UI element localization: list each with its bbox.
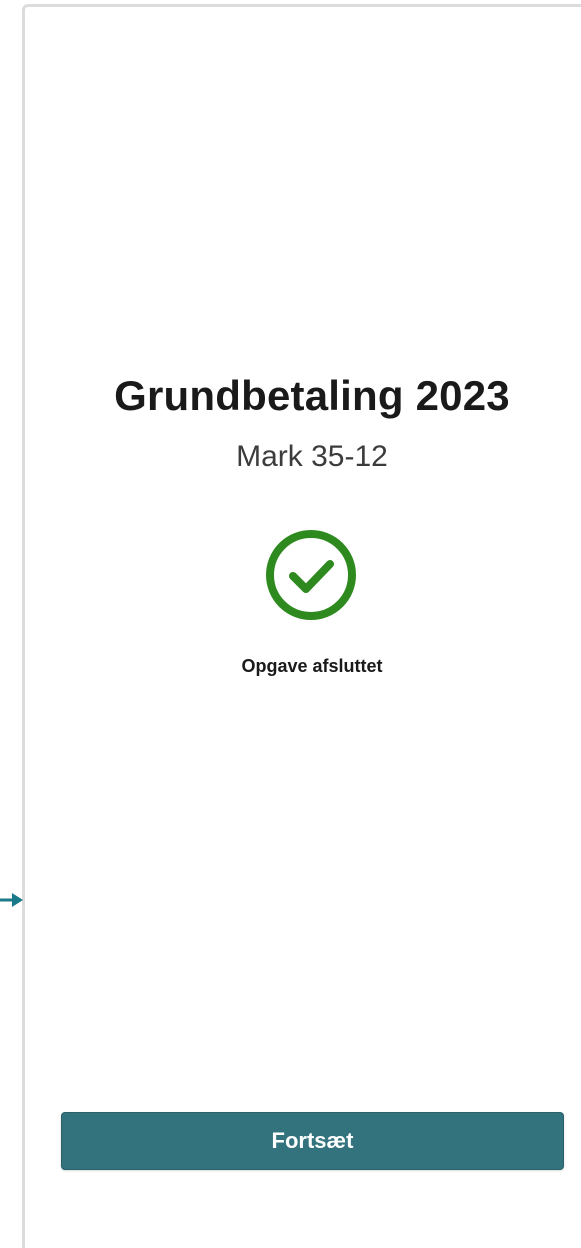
status-text: Opgave afsluttet — [241, 656, 383, 676]
check-circle-icon — [264, 528, 358, 622]
phone-frame — [22, 4, 581, 1248]
page: Grundbetaling 2023 Mark 35-12 Opgave afs… — [0, 0, 581, 1248]
page-subtitle: Mark 35-12 — [236, 440, 388, 473]
page-title: Grundbetaling 2023 — [114, 372, 510, 419]
continue-button[interactable]: Fortsæt — [61, 1112, 564, 1170]
arrow-right-icon — [0, 891, 24, 909]
